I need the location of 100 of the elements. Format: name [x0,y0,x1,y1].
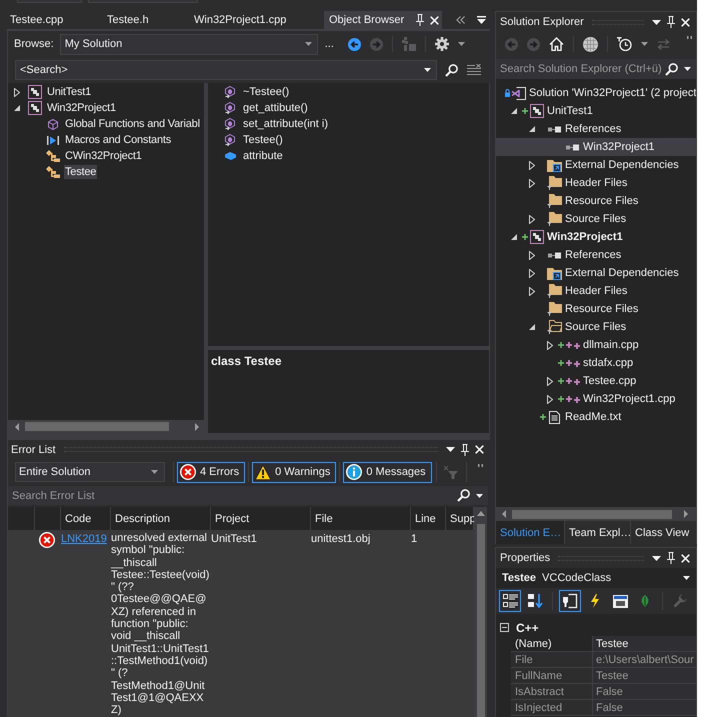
property-value[interactable]: False [593,700,696,716]
tree-arrow-icon[interactable] [511,108,517,114]
member-item[interactable]: Testee() [243,133,283,147]
property-value[interactable]: False [593,684,696,700]
dropdown-icon[interactable] [446,447,455,452]
scrollbar-thumb[interactable] [25,422,169,431]
dropdown-icon[interactable] [477,16,486,24]
property-value[interactable]: Testee [593,668,696,684]
panel-tab[interactable]: Team Expl… [564,521,630,544]
clock-icon[interactable] [617,37,632,51]
scrollbar-thumb[interactable] [512,510,672,518]
tree-item[interactable]: ReadMe.txt [496,408,696,426]
tree-item[interactable]: CWin32Project1 [64,149,143,163]
scroll-right-icon[interactable] [195,422,199,430]
document-tab[interactable]: Win32Project1.cpp [188,11,321,29]
tree-arrow-icon[interactable] [547,394,553,404]
tree-item[interactable]: UnitTest1 [46,85,92,99]
member-item[interactable]: set_attribute(int i) [243,117,328,131]
vertical-scrollbar[interactable] [474,507,487,717]
tree-item[interactable]: References [496,246,696,264]
tree-arrow-icon[interactable] [529,160,535,170]
tree-item[interactable]: Source Files [496,210,696,228]
scroll-right-icon[interactable] [684,510,688,518]
tree-item[interactable]: Testee.cpp [496,372,696,390]
tree-item[interactable]: External Dependencies [496,264,696,282]
double-chevron-icon[interactable] [456,16,465,24]
close-icon[interactable] [430,16,440,24]
property-value[interactable]: Testee [593,636,696,652]
tree-arrow-icon[interactable] [14,105,20,111]
caret-icon[interactable] [476,494,483,498]
tree-item[interactable]: Macros and Constants [64,133,172,147]
member-item[interactable]: attribute [243,149,283,163]
scroll-left-icon[interactable] [502,510,506,518]
property-value[interactable]: e:\Users\albert\Sour [593,652,696,668]
minus-box-icon[interactable] [500,623,509,632]
tree-item[interactable]: References [496,120,696,138]
member-item[interactable]: get_attibute() [243,101,308,115]
filter-toggle[interactable]: 0 Messages [343,462,432,482]
tree-item[interactable]: Win32Project1.cpp [496,390,696,408]
caret-icon[interactable] [684,67,691,71]
tree-item[interactable]: UnitTest1 [496,102,696,120]
document-tab[interactable]: Testee.h [102,11,188,29]
tree-item[interactable]: Global Functions and Variabl [64,117,201,131]
tree-arrow-icon[interactable] [547,340,553,350]
tree-item[interactable]: Header Files [496,282,696,300]
grip-dots-icon[interactable] [687,36,692,39]
pin-icon[interactable] [461,444,469,456]
search-icon[interactable] [445,64,458,76]
object-selector[interactable]: Testee VCCodeClass [496,568,696,588]
tree-item[interactable]: stdafx.cpp [496,354,696,372]
tree-arrow-icon[interactable] [529,286,535,296]
close-icon[interactable] [681,554,690,562]
tree-item[interactable]: dllmain.cpp [496,336,696,354]
tree-arrow-icon[interactable] [529,324,535,330]
dropdown-icon[interactable] [652,556,661,560]
tree-item[interactable]: External Dependencies [496,156,696,174]
tree-arrow-icon[interactable] [511,234,517,240]
tree-item[interactable]: Header Files [496,174,696,192]
tree-item[interactable]: Solution 'Win32Project1' (2 project [496,84,696,102]
member-item[interactable]: ~Testee() [243,85,290,99]
caret-icon[interactable] [424,68,431,72]
dropdown-icon[interactable] [652,20,661,24]
back-icon[interactable] [348,38,361,50]
tree-arrow-icon[interactable] [14,88,20,96]
tree-item[interactable]: Testee [64,165,98,179]
search-field[interactable]: Search Error List [8,486,488,505]
close-icon[interactable] [475,445,484,454]
tree-item[interactable]: Win32Project1 [496,138,696,156]
search-field[interactable]: Search Solution Explorer (Ctrl+ü) [496,59,696,79]
tree-item[interactable]: Resource Files [496,192,696,210]
tree-arrow-icon[interactable] [529,178,535,188]
filter-toggle[interactable]: 4 Errors [177,462,246,482]
home-icon[interactable] [549,37,564,51]
search-icon[interactable] [665,62,678,76]
tree-arrow-icon[interactable] [529,126,535,132]
tree-arrow-icon[interactable] [547,376,553,386]
search-combo[interactable]: <Search> [15,60,437,80]
document-tab[interactable]: Object Browser [324,11,442,29]
scope-dropdown[interactable]: My Solution [60,34,318,54]
tree-item[interactable]: Source Files [496,318,696,336]
panel-tab[interactable]: Solution E… [496,521,564,544]
scroll-left-icon[interactable] [15,422,19,430]
filter-toggle[interactable]: 0 Warnings [252,462,336,482]
close-icon[interactable] [681,18,690,26]
globe-icon[interactable] [583,36,598,52]
tree-arrow-icon[interactable] [529,250,535,260]
error-code-link[interactable]: LNK2019 [61,533,107,545]
pin-icon[interactable] [416,14,424,26]
tree-item[interactable]: Resource Files [496,300,696,318]
settings-icon[interactable] [434,37,449,51]
scroll-up-icon[interactable] [476,511,484,516]
grip-dots-icon[interactable] [478,464,483,467]
tree-arrow-icon[interactable] [529,214,535,224]
search-icon[interactable] [457,489,470,502]
caret-icon[interactable] [683,576,690,580]
document-tab[interactable]: Testee.cpp [6,11,102,29]
lines-x-icon[interactable] [467,64,481,76]
panel-tab[interactable]: Class View [630,521,696,544]
scope-dropdown[interactable]: Entire Solution [15,462,165,482]
horizontal-scrollbar[interactable] [496,507,696,521]
